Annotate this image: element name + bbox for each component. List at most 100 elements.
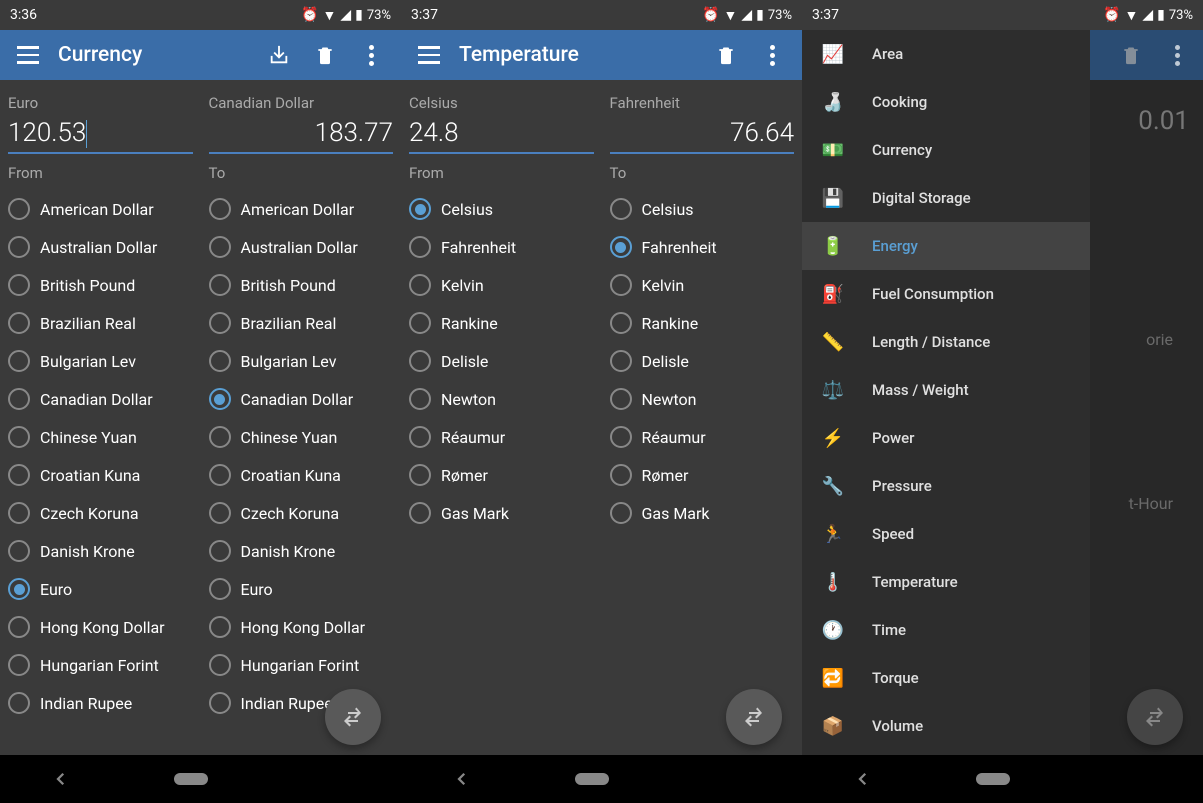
menu-button[interactable] [8,46,48,64]
radio-option[interactable]: Indian Rupee [8,684,193,722]
radio-option[interactable]: Czech Koruna [209,494,394,532]
radio-option[interactable]: Rankine [610,304,795,342]
drawer-item-volume[interactable]: 📦Volume [802,702,1090,750]
drawer-item-mass-weight[interactable]: ⚖️Mass / Weight [802,366,1090,414]
radio-option[interactable]: Fahrenheit [409,228,594,266]
radio-option[interactable]: Danish Krone [8,532,193,570]
radio-option[interactable]: Réaumur [610,418,795,456]
radio-option[interactable]: American Dollar [8,190,193,228]
drawer-item-cooking[interactable]: 🍶Cooking [802,78,1090,126]
radio-option[interactable]: Euro [8,570,193,608]
radio-option[interactable]: Hungarian Forint [209,646,394,684]
radio-option[interactable]: Chinese Yuan [8,418,193,456]
from-unit-label: Euro [8,94,193,112]
radio-option[interactable]: Hong Kong Dollar [209,608,394,646]
radio-option[interactable]: Celsius [610,190,795,228]
radio-label: Kelvin [441,276,484,295]
from-value-input[interactable]: 24.8 [409,112,594,154]
swap-fab[interactable] [726,689,782,745]
download-button[interactable] [261,37,297,73]
more-button[interactable] [1159,37,1195,73]
radio-option[interactable]: Canadian Dollar [8,380,193,418]
radio-option[interactable]: American Dollar [209,190,394,228]
nav-back-button[interactable] [453,770,471,788]
nav-home-button[interactable] [174,773,208,785]
swap-fab[interactable] [325,689,381,745]
radio-option[interactable]: Euro [209,570,394,608]
radio-option[interactable]: Croatian Kuna [209,456,394,494]
drawer-item-fuel-consumption[interactable]: ⛽Fuel Consumption [802,270,1090,318]
swap-fab[interactable] [1127,689,1183,745]
radio-option[interactable]: Brazilian Real [209,304,394,342]
radio-option[interactable]: Czech Koruna [8,494,193,532]
radio-option[interactable]: Canadian Dollar [209,380,394,418]
drawer-item-digital-storage[interactable]: 💾Digital Storage [802,174,1090,222]
delete-button[interactable] [307,37,343,73]
radio-label: Rankine [642,314,699,333]
radio-option[interactable]: Danish Krone [209,532,394,570]
behind-text-1: orie [1146,330,1173,349]
drawer-item-area[interactable]: 📈Area [802,30,1090,78]
nav-home-button[interactable] [575,773,609,785]
app-actions [261,37,393,73]
drawer-item-label: Fuel Consumption [872,285,994,303]
radio-icon [209,388,231,410]
drawer-item-label: Time [872,621,906,639]
from-column: Euro 120.53 From American DollarAustrali… [0,80,201,803]
radio-option[interactable]: Rømer [409,456,594,494]
radio-option[interactable]: Rankine [409,304,594,342]
radio-label: Celsius [441,200,493,219]
drawer-item-temperature[interactable]: 🌡️Temperature [802,558,1090,606]
drawer-item-length-distance[interactable]: 📏Length / Distance [802,318,1090,366]
radio-option[interactable]: Kelvin [409,266,594,304]
radio-option[interactable]: Rømer [610,456,795,494]
more-button[interactable] [353,37,389,73]
to-value-input[interactable]: 183.77 [209,112,394,154]
radio-option[interactable]: Kelvin [610,266,795,304]
radio-option[interactable]: Croatian Kuna [8,456,193,494]
radio-option[interactable]: Newton [409,380,594,418]
delete-button[interactable] [708,37,744,73]
to-value-input[interactable]: 76.64 [610,112,795,154]
drawer-item-energy[interactable]: 🔋Energy [802,222,1090,270]
menu-button[interactable] [409,46,449,64]
radio-label: Indian Rupee [241,694,333,713]
radio-option[interactable]: Hungarian Forint [8,646,193,684]
drawer-item-speed[interactable]: 🏃Speed [802,510,1090,558]
radio-option[interactable]: Bulgarian Lev [209,342,394,380]
radio-option[interactable]: Celsius [409,190,594,228]
nav-home-button[interactable] [976,773,1010,785]
radio-option[interactable]: Fahrenheit [610,228,795,266]
radio-icon [8,274,30,296]
from-value-input[interactable]: 120.53 [8,112,193,154]
drawer-item-currency[interactable]: 💵Currency [802,126,1090,174]
radio-option[interactable]: Bulgarian Lev [8,342,193,380]
nav-back-button[interactable] [52,770,70,788]
delete-button[interactable] [1113,37,1149,73]
radio-option[interactable]: Newton [610,380,795,418]
radio-option[interactable]: Gas Mark [409,494,594,532]
radio-option[interactable]: Gas Mark [610,494,795,532]
radio-option[interactable]: Australian Dollar [8,228,193,266]
radio-option[interactable]: Brazilian Real [8,304,193,342]
drawer-item-time[interactable]: 🕐Time [802,606,1090,654]
radio-option[interactable]: Réaumur [409,418,594,456]
drawer-item-torque[interactable]: 🔁Torque [802,654,1090,702]
status-bar: 3:37 ⏰ ▼ ◢ ▮ 73% [802,0,1203,30]
radio-option[interactable]: Hong Kong Dollar [8,608,193,646]
nav-back-button[interactable] [854,770,872,788]
radio-label: Celsius [642,200,694,219]
radio-option[interactable]: British Pound [209,266,394,304]
radio-option[interactable]: Australian Dollar [209,228,394,266]
radio-option[interactable]: Chinese Yuan [209,418,394,456]
drawer-item-pressure[interactable]: 🔧Pressure [802,462,1090,510]
drawer-item-power[interactable]: ⚡Power [802,414,1090,462]
radio-label: Euro [241,580,273,599]
radio-option[interactable]: Delisle [409,342,594,380]
more-button[interactable] [754,37,790,73]
radio-option[interactable]: British Pound [8,266,193,304]
radio-icon [8,578,30,600]
radio-option[interactable]: Delisle [610,342,795,380]
radio-label: British Pound [40,276,135,295]
radio-icon [8,312,30,334]
